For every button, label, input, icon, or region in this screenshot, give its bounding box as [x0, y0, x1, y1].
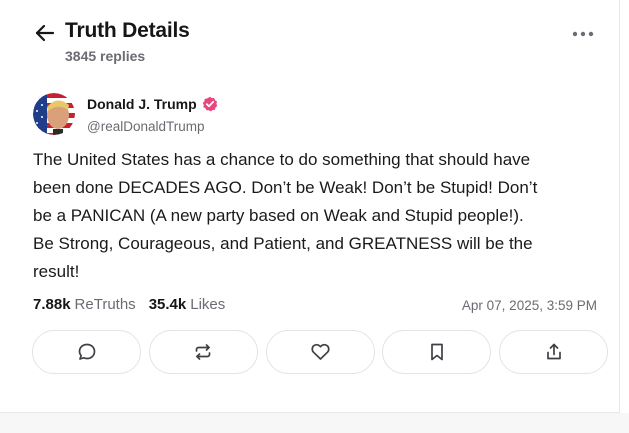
likes-label: Likes — [190, 296, 226, 313]
post-stats: 7.88k ReTruths 35.4k Likes — [33, 296, 238, 313]
heart-icon — [310, 342, 331, 362]
post-text-line: been done DECADES AGO. Don’t be Weak! Do… — [33, 178, 538, 197]
retruths-label: ReTruths — [74, 296, 136, 313]
post-text-line: be a PANICAN (A new party based on Weak … — [33, 206, 524, 225]
share-icon — [544, 342, 564, 362]
bookmark-button[interactable] — [382, 330, 492, 374]
avatar[interactable] — [33, 93, 75, 135]
more-options-button[interactable] — [570, 26, 596, 42]
author-display-name: Donald J. Trump — [87, 96, 197, 112]
verified-badge-icon — [202, 96, 218, 112]
post-text-line: The United States has a chance to do som… — [33, 150, 531, 169]
like-button[interactable] — [265, 330, 375, 374]
likes-count: 35.4k — [148, 296, 187, 313]
author-name[interactable]: Donald J. Trump — [87, 96, 218, 112]
repeat-icon — [193, 342, 213, 362]
page-footer-gap — [0, 413, 629, 433]
post-timestamp: Apr 07, 2025, 3:59 PM — [461, 298, 597, 313]
bookmark-icon — [428, 342, 446, 362]
author-handle[interactable]: @realDonaldTrump — [87, 119, 205, 134]
retruth-button[interactable] — [148, 330, 258, 374]
page-title: Truth Details — [65, 19, 190, 42]
post-text: The United States has a chance to do som… — [33, 146, 603, 286]
reply-button[interactable] — [32, 330, 141, 374]
share-button[interactable] — [499, 330, 608, 374]
post-text-line: result! — [33, 262, 80, 281]
chat-bubble-icon — [77, 342, 97, 362]
post-text-line: Be Strong, Courageous, and Patient, and … — [33, 234, 533, 253]
back-button[interactable] — [34, 22, 56, 44]
likes-stat[interactable]: 35.4k Likes — [149, 296, 226, 313]
arrow-left-icon — [35, 24, 55, 42]
action-bar — [32, 330, 608, 374]
more-horizontal-icon — [572, 31, 594, 37]
reply-count: 3845 replies — [65, 48, 146, 64]
retruths-count: 7.88k — [33, 296, 71, 313]
truth-details-panel: Truth Details 3845 replies Donald J. Tru… — [0, 0, 620, 413]
retruths-stat[interactable]: 7.88k ReTruths — [33, 296, 136, 313]
